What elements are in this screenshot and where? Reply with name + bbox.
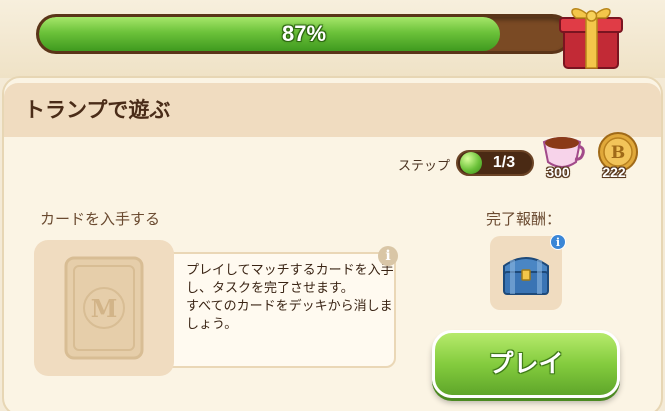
step-value: 1/3	[492, 154, 516, 171]
card-section-label: カードを入手する	[40, 210, 161, 228]
svg-text:B: B	[611, 143, 625, 163]
treasure-chest-icon	[503, 257, 549, 295]
card-letter: M	[90, 294, 118, 323]
task-description: プレイしてマッチするカードを入手し、タスクを完了させます。 すべてのカードをデッ…	[186, 263, 394, 332]
play-button-label: プレイ	[488, 349, 564, 378]
reward-info-icon[interactable]: i	[550, 234, 566, 250]
task-title: トランプで遊ぶ	[24, 98, 171, 122]
coin-reward-value: 222	[602, 164, 626, 180]
reward-section-label: 完了報酬：	[486, 210, 562, 228]
tea-reward-value: 300	[546, 164, 570, 180]
card-slot: M	[34, 240, 174, 376]
info-icon[interactable]: i	[378, 246, 398, 266]
step-progress-icon	[460, 152, 482, 174]
progress-percent: 87%	[281, 21, 327, 46]
step-label: ステップ	[398, 159, 451, 174]
gift-box-icon[interactable]	[556, 0, 626, 72]
